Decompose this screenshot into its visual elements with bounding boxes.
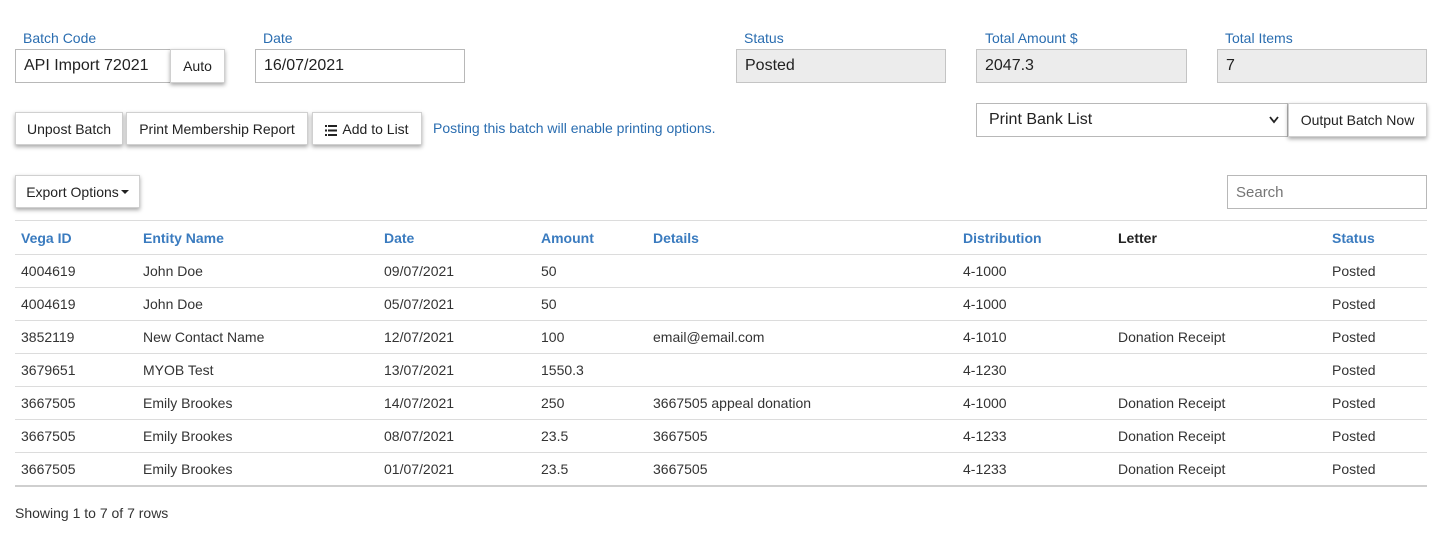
column-header-details[interactable]: Details: [647, 220, 957, 255]
cell-amount: 50: [535, 254, 647, 288]
table-row[interactable]: 3679651 MYOB Test 13/07/2021 1550.3 4-12…: [15, 353, 1427, 387]
cell-details: 3667505: [647, 452, 957, 487]
cell-details: 3667505: [647, 419, 957, 453]
cell-entity-name: MYOB Test: [137, 353, 378, 387]
cell-amount: 100: [535, 320, 647, 354]
export-options-button[interactable]: Export Options: [15, 175, 140, 208]
cell-amount: 50: [535, 287, 647, 321]
print-membership-report-button[interactable]: Print Membership Report: [126, 112, 308, 145]
cell-entity-name: Emily Brookes: [137, 386, 378, 420]
cell-status: Posted: [1326, 353, 1427, 387]
cell-status: Posted: [1326, 452, 1427, 487]
cell-distribution: 4-1233: [957, 452, 1112, 487]
cell-distribution: 4-1000: [957, 386, 1112, 420]
cell-details: [647, 254, 957, 288]
cell-vega-id: 3667505: [15, 386, 137, 420]
cell-entity-name: John Doe: [137, 287, 378, 321]
status-label: Status: [744, 30, 784, 46]
cell-amount: 23.5: [535, 419, 647, 453]
cell-status: Posted: [1326, 320, 1427, 354]
cell-status: Posted: [1326, 254, 1427, 288]
column-header-date[interactable]: Date: [378, 220, 535, 255]
batch-code-input[interactable]: API Import 72021: [15, 49, 171, 83]
cell-distribution: 4-1233: [957, 419, 1112, 453]
cell-letter: Donation Receipt: [1112, 419, 1326, 453]
add-to-list-label: Add to List: [342, 120, 409, 137]
print-option-select[interactable]: Print Bank List: [976, 103, 1288, 137]
print-option-value: Print Bank List: [989, 111, 1093, 128]
date-label: Date: [263, 30, 293, 46]
export-options-label: Export Options: [26, 183, 119, 200]
cell-details: email@email.com: [647, 320, 957, 354]
cell-distribution: 4-1000: [957, 254, 1112, 288]
search-input[interactable]: [1227, 175, 1427, 209]
cell-status: Posted: [1326, 419, 1427, 453]
cell-status: Posted: [1326, 287, 1427, 321]
cell-details: [647, 353, 957, 387]
total-amount-label: Total Amount $: [985, 30, 1078, 46]
pagination-info: Showing 1 to 7 of 7 rows: [15, 505, 169, 521]
cell-amount: 23.5: [535, 452, 647, 487]
cell-details: [647, 287, 957, 321]
cell-amount: 1550.3: [535, 353, 647, 387]
batch-code-label: Batch Code: [23, 30, 97, 46]
date-input[interactable]: 16/07/2021: [255, 49, 465, 83]
cell-date: 09/07/2021: [378, 254, 535, 288]
cell-entity-name: Emily Brookes: [137, 419, 378, 453]
cell-status: Posted: [1326, 386, 1427, 420]
cell-amount: 250: [535, 386, 647, 420]
list-icon: [325, 123, 338, 136]
table-header-row: Vega ID Entity Name Date Amount Details …: [15, 220, 1427, 255]
cell-date: 05/07/2021: [378, 287, 535, 321]
cell-date: 14/07/2021: [378, 386, 535, 420]
auto-button[interactable]: Auto: [170, 49, 225, 83]
column-header-letter: Letter: [1112, 220, 1326, 255]
cell-distribution: 4-1230: [957, 353, 1112, 387]
cell-letter: Donation Receipt: [1112, 320, 1326, 354]
cell-date: 12/07/2021: [378, 320, 535, 354]
status-field: Posted: [736, 49, 946, 83]
cell-vega-id: 4004619: [15, 254, 137, 288]
output-batch-now-button[interactable]: Output Batch Now: [1288, 103, 1427, 137]
cell-date: 13/07/2021: [378, 353, 535, 387]
cell-letter: Donation Receipt: [1112, 386, 1326, 420]
column-header-status[interactable]: Status: [1326, 220, 1427, 255]
total-amount-field: 2047.3: [976, 49, 1187, 83]
cell-letter: [1112, 287, 1326, 321]
cell-date: 08/07/2021: [378, 419, 535, 453]
column-header-entity-name[interactable]: Entity Name: [137, 220, 378, 255]
cell-distribution: 4-1010: [957, 320, 1112, 354]
cell-vega-id: 3852119: [15, 320, 137, 354]
cell-date: 01/07/2021: [378, 452, 535, 487]
cell-letter: [1112, 254, 1326, 288]
table-row[interactable]: 4004619 John Doe 05/07/2021 50 4-1000 Po…: [15, 287, 1427, 321]
cell-entity-name: New Contact Name: [137, 320, 378, 354]
column-header-distribution[interactable]: Distribution: [957, 220, 1112, 255]
table-row[interactable]: 3852119 New Contact Name 12/07/2021 100 …: [15, 320, 1427, 354]
cell-entity-name: Emily Brookes: [137, 452, 378, 487]
posting-info-text: Posting this batch will enable printing …: [433, 120, 716, 136]
column-header-vega-id[interactable]: Vega ID: [15, 220, 137, 255]
batch-items-table: Vega ID Entity Name Date Amount Details …: [15, 220, 1427, 487]
table-row[interactable]: 4004619 John Doe 09/07/2021 50 4-1000 Po…: [15, 254, 1427, 288]
caret-down-icon: [120, 189, 129, 194]
table-row[interactable]: 3667505 Emily Brookes 08/07/2021 23.5 36…: [15, 419, 1427, 453]
total-items-label: Total Items: [1225, 30, 1293, 46]
total-items-field: 7: [1217, 49, 1427, 83]
add-to-list-button[interactable]: Add to List: [312, 112, 422, 145]
column-header-amount[interactable]: Amount: [535, 220, 647, 255]
cell-vega-id: 3667505: [15, 419, 137, 453]
cell-vega-id: 3679651: [15, 353, 137, 387]
cell-vega-id: 3667505: [15, 452, 137, 487]
chevron-down-icon: [1269, 104, 1279, 148]
table-row[interactable]: 3667505 Emily Brookes 01/07/2021 23.5 36…: [15, 452, 1427, 487]
unpost-batch-button[interactable]: Unpost Batch: [15, 112, 123, 145]
cell-distribution: 4-1000: [957, 287, 1112, 321]
cell-details: 3667505 appeal donation: [647, 386, 957, 420]
cell-vega-id: 4004619: [15, 287, 137, 321]
cell-letter: Donation Receipt: [1112, 452, 1326, 487]
cell-letter: [1112, 353, 1326, 387]
cell-entity-name: John Doe: [137, 254, 378, 288]
table-row[interactable]: 3667505 Emily Brookes 14/07/2021 250 366…: [15, 386, 1427, 420]
